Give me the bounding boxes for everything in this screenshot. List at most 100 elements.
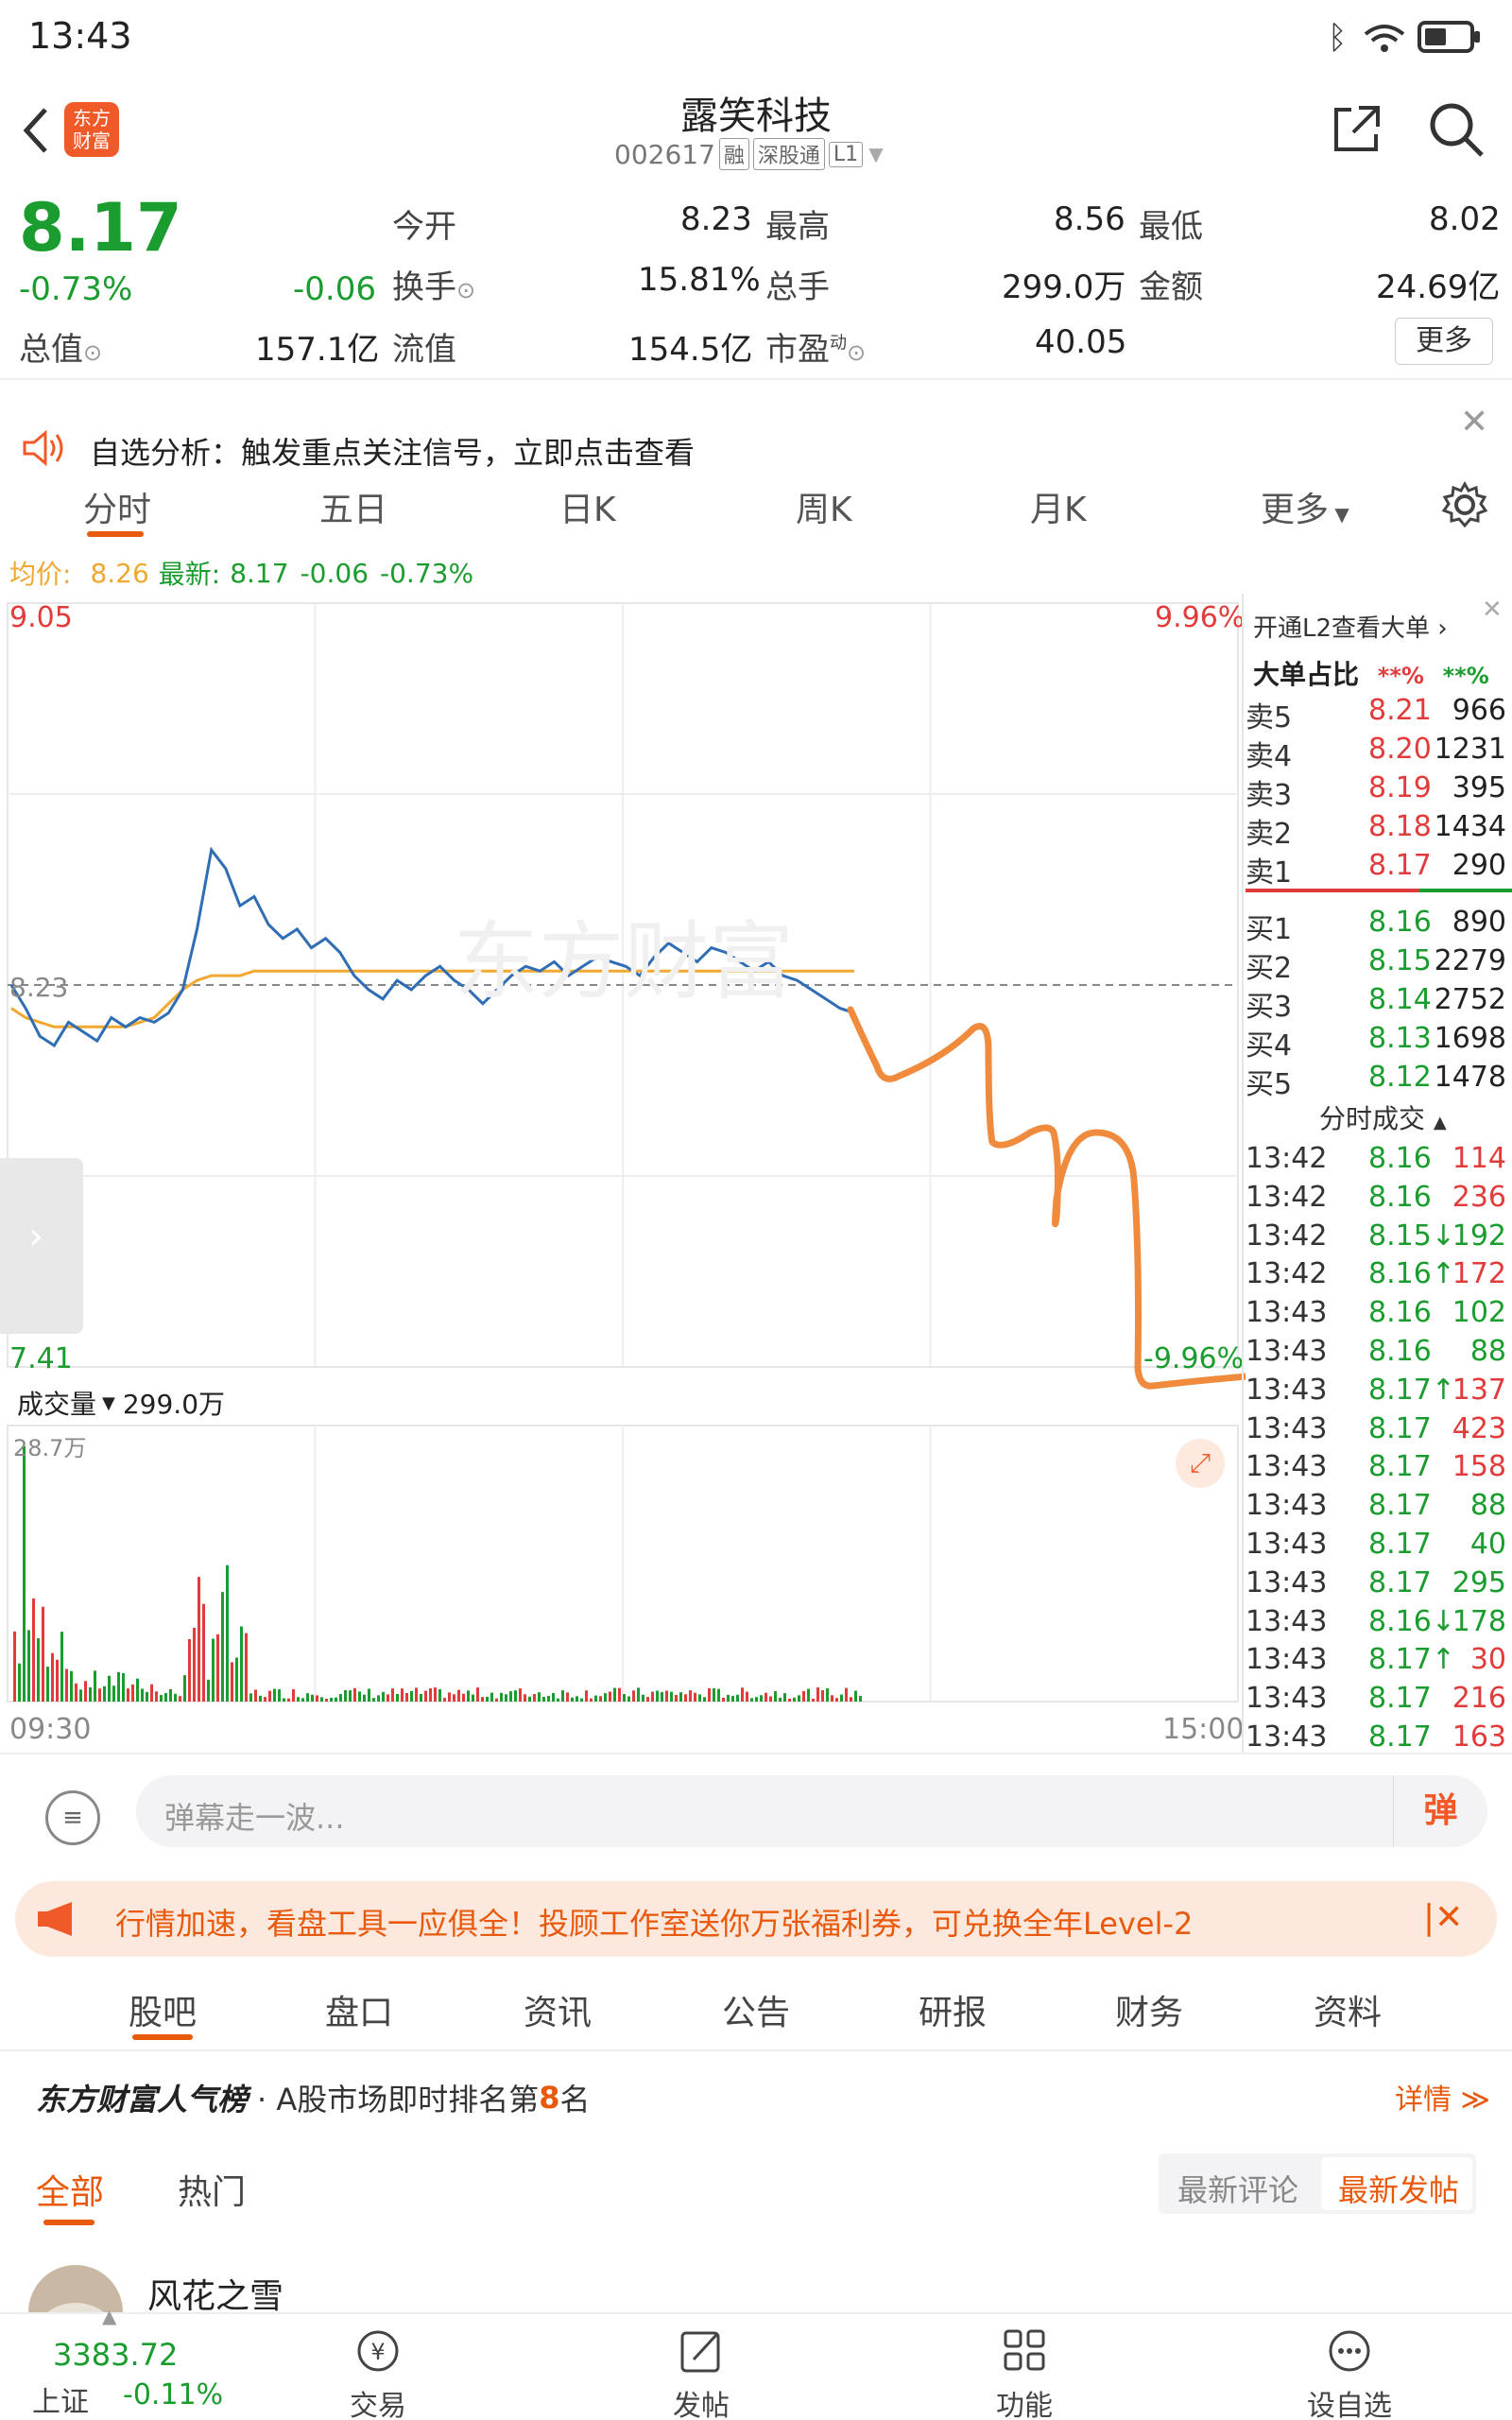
nav-post[interactable]: 发帖 xyxy=(654,2327,748,2420)
nav-add-watchlist[interactable]: 设自选 xyxy=(1302,2327,1397,2420)
volume-bar xyxy=(202,1603,205,1702)
trade-volume: 30 xyxy=(1469,1643,1506,1677)
volume-bar xyxy=(788,1698,791,1702)
trade-time: 13:42 xyxy=(1246,1219,1328,1253)
sort-latest-comment[interactable]: 最新评论 xyxy=(1177,2167,1298,2210)
trade-price: 8.17 xyxy=(1368,1528,1432,1561)
search-icon[interactable] xyxy=(1427,100,1487,161)
tab-finance[interactable]: 财务 xyxy=(1115,1985,1183,2034)
mktcap-value: 157.1亿 xyxy=(255,331,380,369)
volume-bar xyxy=(84,1681,87,1702)
tab-guba[interactable]: 股吧 xyxy=(129,1985,197,2034)
volume-bar xyxy=(476,1687,479,1702)
turnover-label[interactable]: 换手⊙ xyxy=(392,261,475,307)
volume-bar xyxy=(235,1657,238,1702)
intraday-chart[interactable]: 东方财富 xyxy=(0,594,1246,1758)
volume-header[interactable]: 成交量 ▼ 299.0万 xyxy=(17,1384,225,1422)
volume-bar xyxy=(746,1691,748,1702)
danmu-button[interactable]: 弹 xyxy=(1393,1775,1487,1847)
feed-tab-all[interactable]: 全部 xyxy=(36,2165,104,2214)
open-label: 今开 xyxy=(392,208,456,246)
volume-bar xyxy=(576,1696,578,1702)
trade-row: 13:43 8.17 88 xyxy=(1246,1489,1512,1527)
volume-bar xyxy=(798,1695,800,1702)
volume-bar xyxy=(661,1691,663,1702)
settings-icon[interactable] xyxy=(1440,480,1489,529)
pe-label[interactable]: 市盈动⊙ xyxy=(765,323,866,370)
volume-bar xyxy=(618,1687,621,1702)
level-price: 8.20 xyxy=(1368,733,1432,766)
tab-intraday[interactable]: 分时 xyxy=(83,482,151,531)
close-icon[interactable]: ✕ xyxy=(1460,403,1488,441)
expand-icon[interactable]: ⤢ xyxy=(1176,1439,1225,1488)
detail-link[interactable]: 详情 ≫ xyxy=(1395,2076,1490,2118)
notice-bar[interactable]: 自选分析：触发重点关注信号，立即点击查看 ✕ xyxy=(0,403,1512,473)
volume-bar xyxy=(164,1693,167,1702)
volume-bar xyxy=(212,1638,215,1702)
volume-bar xyxy=(316,1695,318,1702)
level-label: 卖2 xyxy=(1246,818,1293,851)
tab-monthly[interactable]: 月K xyxy=(1030,482,1087,531)
change-pct: -0.73% xyxy=(19,270,133,308)
mktcap-label[interactable]: 总值⊙ xyxy=(19,323,102,370)
level-label: 卖5 xyxy=(1246,701,1293,735)
tab-pankou[interactable]: 盘口 xyxy=(325,1985,393,2034)
volume-bar xyxy=(495,1698,498,1702)
latest-pct: -0.73% xyxy=(380,557,474,589)
volume-bar xyxy=(160,1695,163,1702)
volume-bar xyxy=(174,1693,177,1702)
tab-announce[interactable]: 公告 xyxy=(722,1985,790,2034)
trade-volume: 158 xyxy=(1452,1450,1506,1484)
volume-bar xyxy=(42,1606,44,1702)
close-icon[interactable]: ✕ xyxy=(1482,596,1503,624)
tab-profile[interactable]: 资料 xyxy=(1314,1985,1382,2034)
volume-bar xyxy=(698,1694,701,1702)
danmu-settings-icon[interactable]: ≡ xyxy=(45,1790,100,1845)
bid-level: 买3 8.14 2752 xyxy=(1246,983,1512,1024)
volume-bar xyxy=(245,1633,248,1702)
volume-bar xyxy=(353,1687,356,1702)
watermark: 东方财富 xyxy=(454,912,794,1011)
tab-daily[interactable]: 日K xyxy=(559,482,616,531)
trade-row: 13:43 8.17 295 xyxy=(1246,1566,1512,1604)
volume-bar xyxy=(420,1694,422,1702)
trade-time: 13:43 xyxy=(1246,1720,1328,1754)
tab-weekly[interactable]: 周K xyxy=(796,482,852,531)
volume-bar xyxy=(415,1687,418,1702)
level-price: 8.12 xyxy=(1368,1061,1432,1094)
close-icon[interactable]: |✕ xyxy=(1423,1898,1463,1937)
post-author[interactable]: 风花之雪 xyxy=(147,2269,284,2318)
share-icon[interactable] xyxy=(1331,102,1383,155)
volume-bar xyxy=(717,1688,720,1702)
trade-price: 8.16 xyxy=(1368,1335,1432,1368)
tab-news[interactable]: 资讯 xyxy=(524,1985,592,2034)
tab-more[interactable]: 更多 ▼ xyxy=(1261,482,1349,531)
l2-link[interactable]: 开通L2查看大单 › xyxy=(1253,609,1448,644)
tab-fiveday[interactable]: 五日 xyxy=(319,482,387,531)
ask-level: 卖1 8.17 290 xyxy=(1246,849,1512,890)
volume-bar xyxy=(231,1662,233,1702)
trade-volume: 236 xyxy=(1452,1180,1506,1214)
index-value[interactable]: 3383.72 xyxy=(53,2337,178,2373)
nav-trade[interactable]: ¥ 交易 xyxy=(331,2327,425,2420)
volume-bar xyxy=(594,1695,597,1702)
nav-function[interactable]: 功能 xyxy=(977,2327,1072,2420)
tab-research[interactable]: 研报 xyxy=(919,1985,987,2034)
volume-bar xyxy=(802,1690,805,1702)
volume-bar xyxy=(467,1690,470,1702)
trade-time: 13:43 xyxy=(1246,1528,1328,1561)
sort-latest-post[interactable]: 最新发帖 xyxy=(1338,2167,1459,2210)
feed-tab-hot[interactable]: 热门 xyxy=(178,2165,246,2214)
danmu-input[interactable]: 弹幕走一波... 弹 xyxy=(136,1775,1487,1847)
promo-text: 行情加速，看盘工具一应俱全！投顾工作室送你万张福利券，可兑换全年Level-2 xyxy=(115,1906,1194,1942)
volume-bar xyxy=(335,1697,337,1702)
side-handle[interactable]: › xyxy=(0,1158,83,1334)
promo-banner[interactable]: 行情加速，看盘工具一应俱全！投顾工作室送你万张福利券，可兑换全年Level-2 … xyxy=(15,1881,1497,1957)
more-button[interactable]: 更多 xyxy=(1395,318,1493,365)
dropdown-icon[interactable]: ▼ xyxy=(868,143,883,165)
popularity-rank[interactable]: 东方财富人气榜 · A股市场即时排名第 8 名 xyxy=(36,2076,591,2119)
volume-bar xyxy=(372,1698,375,1702)
trades-title[interactable]: 分时成交 ▲ xyxy=(1319,1098,1447,1136)
x-start-label: 09:30 xyxy=(9,1713,92,1746)
volume-bar xyxy=(736,1694,739,1702)
